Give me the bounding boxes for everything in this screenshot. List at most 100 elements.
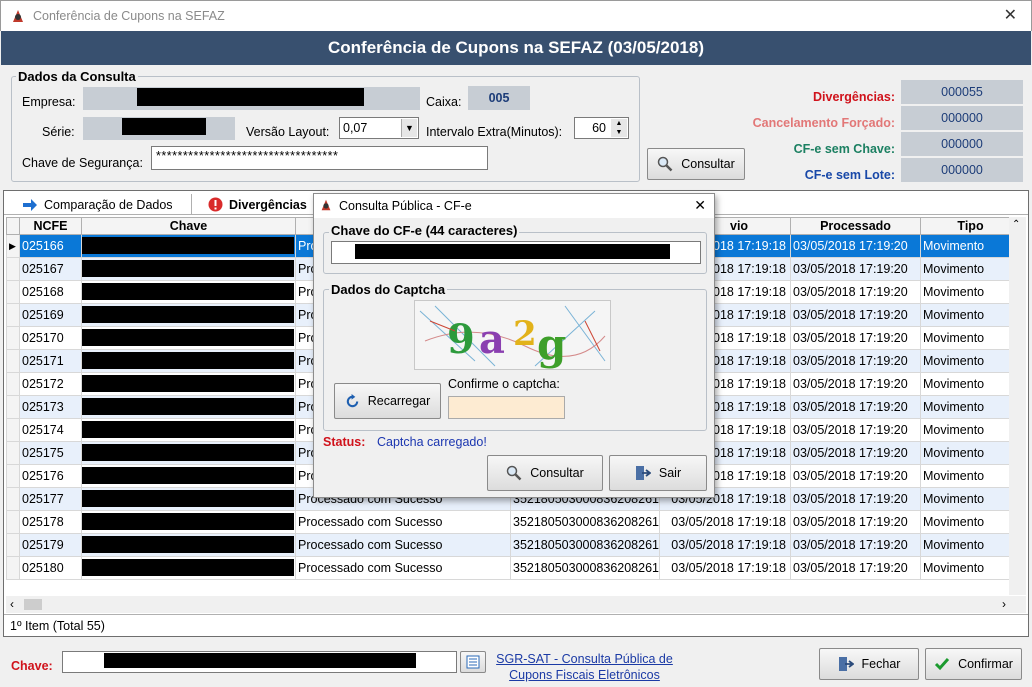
cell-chave — [81, 556, 296, 580]
table-row[interactable]: 025180 Processado com Sucesso 352180503000… — [6, 556, 1021, 580]
copy-chave-button[interactable] — [460, 651, 486, 673]
chave-cfe-redaction — [355, 244, 670, 259]
cell-processado: 03/05/2018 17:19:20 — [790, 257, 921, 281]
cell-tipo: Movimento — [920, 280, 1021, 304]
tab-comparacao[interactable]: Comparação de Dados — [14, 194, 192, 215]
app-icon — [321, 199, 331, 211]
cell-ncfe: 025177 — [19, 487, 82, 511]
chave-redaction — [82, 513, 294, 530]
close-window-button[interactable]: ✕ — [1004, 5, 1017, 25]
fechar-button[interactable]: Fechar — [819, 648, 919, 680]
horizontal-scrollbar[interactable]: ‹ › — [6, 596, 1026, 613]
search-icon — [507, 465, 522, 481]
summary-label-1: Cancelamento Forçado: — [752, 116, 895, 130]
chave-cfe-group-title: Chave do CF-e (44 caracteres) — [329, 223, 520, 238]
chave-seguranca-field[interactable]: ********************************** — [151, 146, 488, 170]
col-chave[interactable]: Chave — [81, 217, 296, 235]
chave-redaction — [82, 375, 294, 392]
cell-processado: 03/05/2018 17:19:20 — [790, 349, 921, 373]
row-indicator: ▶ — [6, 234, 20, 258]
summary-value-3: 000000 — [901, 158, 1023, 182]
cell-envio: 03/05/2018 17:19:18 — [659, 510, 791, 534]
cell-processado: 03/05/2018 17:19:20 — [790, 487, 921, 511]
dialog-consultar-button[interactable]: Consultar — [487, 455, 603, 491]
row-indicator — [6, 372, 20, 396]
col-tipo[interactable]: Tipo — [920, 217, 1021, 235]
cell-chave — [81, 533, 296, 557]
cell-status: Processado com Sucesso — [295, 533, 511, 557]
svg-text:a: a — [479, 316, 505, 363]
chave-redaction — [82, 237, 294, 254]
cell-processado: 03/05/2018 17:19:20 — [790, 533, 921, 557]
cell-tipo: Movimento — [920, 395, 1021, 419]
confirmar-button[interactable]: Confirmar — [925, 648, 1022, 680]
scroll-right-icon[interactable]: › — [1002, 597, 1006, 611]
cell-processado: 03/05/2018 17:19:20 — [790, 510, 921, 534]
intervalo-value: 60 — [592, 121, 606, 135]
row-indicator-header — [6, 217, 20, 235]
versao-select[interactable]: 0,07 ▼ — [339, 117, 419, 139]
cell-processado: 03/05/2018 17:19:20 — [790, 441, 921, 465]
chave-redaction — [82, 421, 294, 438]
cell-chave — [81, 372, 296, 396]
scroll-thumb[interactable] — [24, 599, 42, 610]
chave-redaction — [82, 467, 294, 484]
list-icon — [466, 655, 480, 669]
chave-redaction — [82, 490, 294, 507]
cell-chave — [81, 257, 296, 281]
cell-ncfe: 025178 — [19, 510, 82, 534]
intervalo-stepper[interactable]: 60 ▲ ▼ — [574, 117, 629, 139]
cell-processado: 03/05/2018 17:19:20 — [790, 326, 921, 350]
cell-ncfe: 025167 — [19, 257, 82, 281]
exit-door-icon — [838, 657, 854, 671]
consulta-publica-dialog: Consulta Pública - CF-e ✕ Chave do CF-e … — [313, 193, 715, 498]
col-processado[interactable]: Processado — [790, 217, 921, 235]
cell-tipo: Movimento — [920, 303, 1021, 327]
confirme-captcha-label: Confirme o captcha: — [448, 377, 560, 391]
summary-value-1: 000000 — [901, 106, 1023, 130]
dialog-close-button[interactable]: ✕ — [694, 197, 706, 214]
cell-ncfe: 025176 — [19, 464, 82, 488]
footer-chave-redaction — [104, 653, 416, 668]
svg-text:9: 9 — [447, 316, 475, 363]
cell-chave — [81, 395, 296, 419]
cell-tipo: Movimento — [920, 441, 1021, 465]
window-titlebar: Conferência de Cupons na SEFAZ ✕ — [0, 0, 1032, 31]
sgr-sat-link-line2[interactable]: Cupons Fiscais Eletrônicos — [494, 668, 675, 682]
cell-status: Processado com Sucesso — [295, 510, 511, 534]
tab-divergencias[interactable]: Divergências — [200, 194, 315, 215]
chave-redaction — [82, 283, 294, 300]
cell-chave — [81, 349, 296, 373]
row-indicator — [6, 533, 20, 557]
cell-processado: 03/05/2018 17:19:20 — [790, 372, 921, 396]
cell-ncfe: 025174 — [19, 418, 82, 442]
cell-tipo: Movimento — [920, 510, 1021, 534]
app-icon — [13, 10, 23, 22]
table-row[interactable]: 025178 Processado com Sucesso 352180503000… — [6, 510, 1021, 534]
summary-label-2: CF-e sem Chave: — [793, 142, 895, 156]
captcha-input[interactable] — [448, 396, 565, 419]
cell-ncfe: 025168 — [19, 280, 82, 304]
chevron-down-icon[interactable]: ▼ — [401, 119, 417, 137]
stepper-up-icon[interactable]: ▲ — [611, 119, 627, 128]
cell-processado: 03/05/2018 17:19:20 — [790, 464, 921, 488]
page-title: Conferência de Cupons na SEFAZ (03/05/20… — [1, 31, 1031, 65]
status-bar-text: 1º Item (Total 55) — [10, 619, 105, 633]
vertical-scrollbar[interactable]: ⌃ — [1009, 217, 1026, 595]
summary-value-0: 000055 — [901, 80, 1023, 104]
search-icon — [658, 156, 673, 172]
cell-chave — [81, 441, 296, 465]
dialog-sair-button[interactable]: Sair — [609, 455, 707, 491]
dialog-sair-label: Sair — [658, 466, 682, 480]
stepper-down-icon[interactable]: ▼ — [611, 128, 627, 137]
col-ncfe[interactable]: NCFE — [19, 217, 82, 235]
dialog-titlebar: Consulta Pública - CF-e ✕ — [314, 194, 714, 218]
row-indicator — [6, 326, 20, 350]
scroll-left-icon[interactable]: ‹ — [10, 597, 14, 611]
cell-chave — [81, 303, 296, 327]
table-row[interactable]: 025179 Processado com Sucesso 352180503000… — [6, 533, 1021, 557]
sgr-sat-link-line1[interactable]: SGR-SAT - Consulta Pública de — [494, 652, 675, 666]
cell-ncfe: 025173 — [19, 395, 82, 419]
recarregar-button[interactable]: Recarregar — [334, 383, 441, 419]
scroll-up-icon[interactable]: ⌃ — [1012, 219, 1020, 230]
